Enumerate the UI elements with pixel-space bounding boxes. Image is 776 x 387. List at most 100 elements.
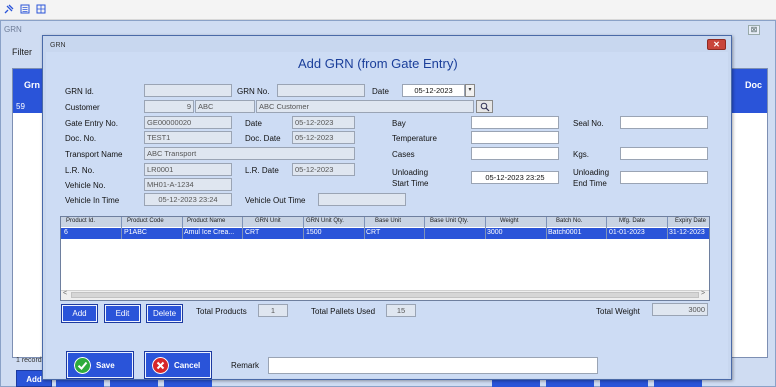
cell-mfg-date: 01-01-2023 (609, 229, 645, 236)
cancel-button[interactable]: Cancel (144, 351, 212, 379)
app-toolbar (0, 0, 776, 20)
column-divider (485, 217, 486, 239)
scroll-left-arrow-icon[interactable]: < (63, 290, 67, 297)
scroll-right-arrow-icon[interactable]: > (701, 290, 705, 297)
cell-product-id: 6 (64, 229, 68, 236)
column-divider (546, 217, 547, 239)
columns-icon[interactable] (36, 4, 46, 14)
doc-no-label: Doc. No. (65, 134, 97, 143)
grn-no-field (277, 84, 365, 97)
vehicle-in-time-label: Vehicle In Time (65, 196, 120, 205)
transport-name-label: Transport Name (65, 150, 123, 159)
outer-button-partial[interactable] (492, 380, 540, 387)
gate-entry-no-field: GE00000020 (144, 116, 232, 129)
temperature-field[interactable] (471, 131, 559, 144)
outer-window-title: GRN (4, 25, 22, 34)
column-header-product-code[interactable]: Product Code (127, 218, 164, 224)
add-product-button[interactable]: Add (61, 304, 98, 323)
column-header-expiry-date[interactable]: Expiry Date (675, 218, 706, 224)
total-pallets-value: 15 (386, 304, 416, 317)
unloading-end-label-line1: Unloading (573, 168, 610, 177)
check-icon (74, 357, 91, 374)
column-header-weight[interactable]: Weight (500, 218, 519, 224)
date-field[interactable]: 05-12-2023 (402, 84, 465, 97)
column-header-batch-no[interactable]: Batch No. (556, 218, 582, 224)
cell-weight: 3000 (487, 229, 503, 236)
edit-product-button[interactable]: Edit (104, 304, 141, 323)
lr-date-label: L.R. Date (245, 166, 279, 175)
date-label: Date (372, 87, 389, 96)
cell-base-unit: CRT (366, 229, 381, 236)
column-header-grn-unit-qty[interactable]: GRN Unit Qty. (306, 218, 344, 224)
cell-product-name: Amul Ice Crea... (184, 229, 235, 236)
total-products-label: Total Products (196, 307, 247, 316)
doc-no-field: TEST1 (144, 131, 232, 144)
column-header-product-name[interactable]: Product Name (187, 218, 225, 224)
scrollbar-thumb[interactable] (71, 292, 699, 298)
outer-button-partial[interactable] (110, 380, 158, 387)
cases-label: Cases (392, 150, 415, 159)
outer-close-button[interactable]: ⊠ (748, 25, 760, 35)
column-header-product-id[interactable]: Product Id. (66, 218, 95, 224)
column-divider (303, 217, 304, 239)
outer-button-partial[interactable] (654, 380, 702, 387)
search-icon (480, 102, 490, 112)
save-button-label: Save (96, 361, 115, 370)
cell-product-code: P1ABC (124, 229, 147, 236)
gate-entry-no-label: Gate Entry No. (65, 119, 118, 128)
grn-id-label: GRN Id. (65, 87, 94, 96)
cell-grn-unit: CRT (245, 229, 260, 236)
column-divider (182, 217, 183, 239)
pin-icon[interactable] (4, 4, 14, 14)
grn-list-column-doc[interactable]: Doc (745, 80, 762, 90)
doc-date-label: Doc. Date (245, 134, 281, 143)
grn-list-column-grn[interactable]: Grn (24, 80, 40, 90)
outer-button-partial[interactable] (164, 380, 212, 387)
grn-no-label: GRN No. (237, 87, 270, 96)
vehicle-no-label: Vehicle No. (65, 181, 106, 190)
total-products-value: 1 (258, 304, 288, 317)
list-icon[interactable] (20, 4, 30, 14)
grn-list-row-id: 59 (16, 102, 25, 111)
customer-id-field: 9 (144, 100, 194, 113)
cell-batch-no: Batch0001 (548, 229, 582, 236)
column-divider (364, 217, 365, 239)
bay-field[interactable] (471, 116, 559, 129)
dialog-titlebar (43, 36, 731, 53)
chevron-down-icon[interactable]: ▾ (465, 84, 475, 97)
gate-date-label: Date (245, 119, 262, 128)
column-divider (242, 217, 243, 239)
kgs-field[interactable] (620, 147, 708, 160)
outer-button-partial[interactable] (600, 380, 648, 387)
total-weight-label: Total Weight (596, 307, 640, 316)
vehicle-no-field: MH01-A-1234 (144, 178, 232, 191)
kgs-label: Kgs. (573, 150, 590, 159)
unloading-end-time-field[interactable] (620, 171, 708, 184)
seal-no-field[interactable] (620, 116, 708, 129)
column-header-base-unit-qty[interactable]: Base Unit Qty. (430, 218, 468, 224)
vehicle-out-time-field (318, 193, 406, 206)
customer-label: Customer (65, 103, 100, 112)
delete-product-button[interactable]: Delete (146, 304, 183, 323)
unloading-start-label-line1: Unloading (392, 168, 429, 177)
total-pallets-label: Total Pallets Used (311, 307, 376, 316)
column-header-base-unit[interactable]: Base Unit (375, 218, 401, 224)
save-button[interactable]: Save (66, 351, 134, 379)
customer-name-field: ABC Customer (256, 100, 474, 113)
lr-no-label: L.R. No. (65, 166, 95, 175)
remark-field[interactable] (268, 357, 598, 374)
total-weight-value: 3000 (652, 303, 708, 316)
unloading-start-time-field[interactable]: 05-12-2023 23:25 (471, 171, 559, 184)
unloading-end-label-line2: End Time (573, 179, 607, 188)
outer-button-partial[interactable] (546, 380, 594, 387)
cases-field[interactable] (471, 147, 559, 160)
outer-button-partial[interactable] (56, 380, 104, 387)
column-header-mfg-date[interactable]: Mfg. Date (619, 218, 645, 224)
column-header-grn-unit[interactable]: GRN Unit (255, 218, 281, 224)
cell-grn-unit-qty: 1500 (306, 229, 322, 236)
records-count: 1 records (16, 357, 46, 364)
dialog-close-button[interactable]: ✕ (707, 39, 726, 50)
remark-label: Remark (231, 361, 260, 370)
cancel-icon (152, 357, 169, 374)
customer-search-button[interactable] (476, 100, 493, 113)
